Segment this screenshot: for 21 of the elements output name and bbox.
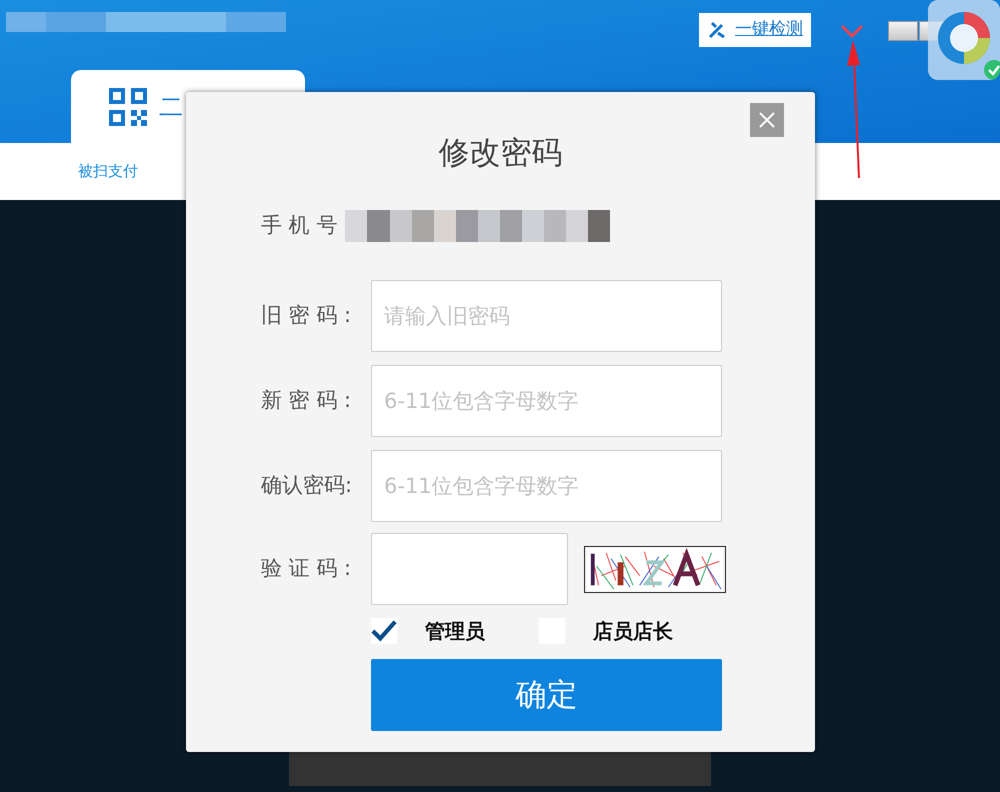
subnav-link[interactable]: 被扫支付 (78, 160, 138, 183)
checkbox-label: 管理员 (425, 618, 485, 645)
field-label: 验 证 码 : (261, 555, 352, 582)
dialog-title: 修改密码 (438, 134, 564, 173)
field-label: 确认密码: (261, 472, 354, 500)
submit-button[interactable]: 确定 (371, 659, 722, 731)
app-icon[interactable] (928, 0, 1000, 80)
field-label: 新 密 码 : (261, 387, 352, 414)
input-field[interactable]: 6-11位包含字母数字 (371, 450, 722, 522)
input-field[interactable]: 6-11位包含字母数字 (371, 365, 722, 437)
input-field[interactable] (371, 533, 568, 605)
close-button[interactable] (750, 103, 784, 137)
close-icon (759, 112, 775, 128)
tools-icon (707, 20, 727, 40)
phone-label: 手 机 号 (261, 212, 338, 240)
input-field[interactable]: 请输入旧密码 (371, 280, 722, 352)
checkbox[interactable] (371, 618, 397, 644)
field-label: 旧 密 码 : (261, 302, 352, 330)
qr-code-icon (109, 88, 147, 126)
minimize-button[interactable] (888, 21, 918, 41)
checkbox-label: 店员店长 (593, 618, 673, 645)
